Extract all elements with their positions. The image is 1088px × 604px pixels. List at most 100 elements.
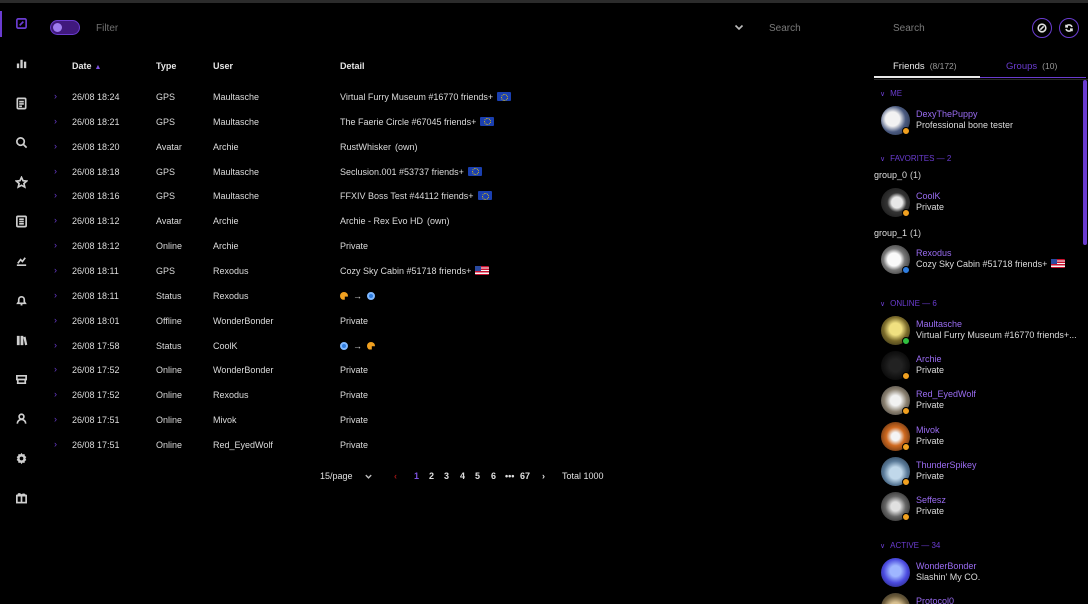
nav-shop-icon[interactable] xyxy=(11,369,31,389)
row-date: 26/08 18:11 xyxy=(72,265,119,276)
row-detail: Seclusion.001 #53737 friends+ xyxy=(340,166,482,177)
expand-row-icon[interactable]: › xyxy=(54,389,57,399)
row-detail-text[interactable]: Seclusion.001 #53737 friends+ xyxy=(340,167,464,177)
friend-me[interactable]: DexyThePuppy Professional bone tester xyxy=(881,106,1081,136)
row-detail-text[interactable]: FFXIV Boss Test #44112 friends+ xyxy=(340,191,474,201)
page-2[interactable]: 2 xyxy=(429,471,434,481)
table-row[interactable]: › 26/08 18:12 Avatar Archie Archie - Rex Evo… xyxy=(50,215,830,240)
row-detail-text: Private xyxy=(340,315,369,326)
expand-row-icon[interactable]: › xyxy=(54,315,57,325)
page-3[interactable]: 3 xyxy=(444,471,449,481)
friend-protocol0[interactable]: Protocol0 xyxy=(881,593,1081,604)
page-ellipsis[interactable]: ••• xyxy=(505,471,514,481)
friend-coolk[interactable]: CoolK Private xyxy=(881,188,1081,218)
expand-row-icon[interactable]: › xyxy=(54,414,57,424)
friend-rexodus[interactable]: Rexodus Cozy Sky Cabin #51718 friends+ xyxy=(881,245,1081,275)
feed-filter-toggle[interactable] xyxy=(50,20,80,35)
nav-feed-icon[interactable] xyxy=(11,13,31,33)
row-detail-text[interactable]: Virtual Furry Museum #16770 friends+ xyxy=(340,92,493,102)
column-header-detail[interactable]: Detail xyxy=(340,61,365,71)
expand-row-icon[interactable]: › xyxy=(54,190,57,200)
column-header-user[interactable]: User xyxy=(213,61,233,71)
table-row[interactable]: › 26/08 17:58 Status CoolK → xyxy=(50,340,830,365)
nav-book-icon[interactable] xyxy=(11,330,31,350)
table-row[interactable]: › 26/08 18:21 GPS Maultasche The Faerie Circ… xyxy=(50,116,830,141)
expand-row-icon[interactable]: › xyxy=(54,91,57,101)
expand-row-icon[interactable]: › xyxy=(54,439,57,449)
expand-row-icon[interactable]: › xyxy=(54,116,57,126)
favorite-group-0[interactable]: group_0 (1) xyxy=(874,170,921,180)
feed-search-input[interactable] xyxy=(769,20,879,36)
table-row[interactable]: › 26/08 18:01 Offline WonderBonder Private xyxy=(50,315,830,340)
friend-name: ThunderSpikey xyxy=(916,459,977,470)
friend-archie[interactable]: Archie Private xyxy=(881,351,1081,381)
table-row[interactable]: › 26/08 18:16 GPS Maultasche FFXIV Boss Test… xyxy=(50,190,830,215)
friend-maultasche[interactable]: Maultasche Virtual Furry Museum #16770 fr… xyxy=(881,316,1081,346)
page-1[interactable]: 1 xyxy=(414,471,419,481)
row-detail-text[interactable]: Cozy Sky Cabin #51718 friends+ xyxy=(340,266,471,276)
nav-gift-icon[interactable] xyxy=(11,487,31,507)
nav-star-icon[interactable] xyxy=(11,172,31,192)
refresh-button[interactable] xyxy=(1059,18,1079,38)
table-row[interactable]: › 26/08 18:11 Status Rexodus → xyxy=(50,290,830,315)
nav-search-icon[interactable] xyxy=(11,132,31,152)
nav-list-icon[interactable] xyxy=(11,211,31,231)
feed-filter-input[interactable] xyxy=(96,20,736,36)
row-date: 26/08 18:01 xyxy=(72,315,120,326)
nav-gear-icon[interactable] xyxy=(11,448,31,468)
friend-seffesz[interactable]: Seffesz Private xyxy=(881,492,1081,522)
row-detail-text[interactable]: The Faerie Circle #67045 friends+ xyxy=(340,117,476,127)
column-header-date[interactable]: Date ▲ xyxy=(72,61,101,71)
chevron-down-icon: ∨ xyxy=(880,543,886,550)
expand-row-icon[interactable]: › xyxy=(54,290,57,300)
status-button[interactable] xyxy=(1032,18,1052,38)
page-5[interactable]: 5 xyxy=(475,471,480,481)
nav-bell-icon[interactable] xyxy=(11,290,31,310)
chevron-down-icon[interactable] xyxy=(733,21,747,35)
favorite-group-1[interactable]: group_1 (1) xyxy=(874,228,921,238)
expand-row-icon[interactable]: › xyxy=(54,364,57,374)
next-page-button[interactable]: › xyxy=(542,471,545,481)
table-row[interactable]: › 26/08 18:24 GPS Maultasche Virtual Furry M… xyxy=(50,91,830,116)
nav-chart-icon[interactable] xyxy=(11,53,31,73)
expand-row-icon[interactable]: › xyxy=(54,141,57,151)
section-online[interactable]: ∨ ONLINE — 6 xyxy=(880,299,937,308)
expand-row-icon[interactable]: › xyxy=(54,215,57,225)
chevron-down-icon[interactable] xyxy=(364,472,374,482)
friend-wonderbonder[interactable]: WonderBonder Slashin' My CO. xyxy=(881,558,1081,588)
nav-document-icon[interactable] xyxy=(11,93,31,113)
prev-page-button[interactable]: ‹ xyxy=(394,471,397,481)
friend-search-input[interactable] xyxy=(893,20,1013,36)
expand-row-icon[interactable]: › xyxy=(54,340,57,350)
section-me[interactable]: ∨ ME xyxy=(880,89,902,98)
table-row[interactable]: › 26/08 18:20 Avatar Archie RustWhisker (own) xyxy=(50,141,830,166)
column-header-type[interactable]: Type xyxy=(156,61,176,71)
tab-friends[interactable]: Friends (8/172) xyxy=(893,61,957,72)
friend-mivok[interactable]: Mivok Private xyxy=(881,421,1081,452)
table-row[interactable]: › 26/08 18:11 GPS Rexodus Cozy Sky Cabin #51… xyxy=(50,265,830,290)
page-size-select[interactable]: 15/page xyxy=(320,471,353,481)
table-row[interactable]: › 26/08 18:12 Online Archie Private xyxy=(50,240,830,265)
table-row[interactable]: › 26/08 17:51 Online Red_EyedWolf Private xyxy=(50,439,830,464)
friend-red_eyedwolf[interactable]: Red_EyedWolf Private xyxy=(881,386,1081,416)
table-row[interactable]: › 26/08 17:51 Online Mivok Private xyxy=(50,414,830,439)
section-favorites[interactable]: ∨ FAVORITES — 2 xyxy=(880,154,951,163)
row-user: Rexodus xyxy=(213,290,249,301)
nav-moderation-icon[interactable] xyxy=(11,251,31,271)
tab-groups[interactable]: Groups (10) xyxy=(1006,61,1057,72)
table-row[interactable]: › 26/08 18:18 GPS Maultasche Seclusion.001 #… xyxy=(50,166,830,191)
table-row[interactable]: › 26/08 17:52 Online Rexodus Private xyxy=(50,389,830,414)
expand-row-icon[interactable]: › xyxy=(54,166,57,176)
row-detail-text: Private xyxy=(340,439,369,450)
table-row[interactable]: › 26/08 17:52 Online WonderBonder Private xyxy=(50,364,830,389)
friends-scrollbar[interactable] xyxy=(1083,80,1087,245)
friend-thunderspikey[interactable]: ThunderSpikey Private xyxy=(881,456,1081,487)
page-67[interactable]: 67 xyxy=(520,471,530,481)
expand-row-icon[interactable]: › xyxy=(54,240,57,250)
page-4[interactable]: 4 xyxy=(460,471,465,481)
nav-user-icon[interactable] xyxy=(11,408,31,428)
expand-row-icon[interactable]: › xyxy=(54,265,57,275)
page-6[interactable]: 6 xyxy=(491,471,496,481)
section-active[interactable]: ∨ ACTIVE — 34 xyxy=(880,541,940,550)
nav-rail xyxy=(0,3,40,604)
